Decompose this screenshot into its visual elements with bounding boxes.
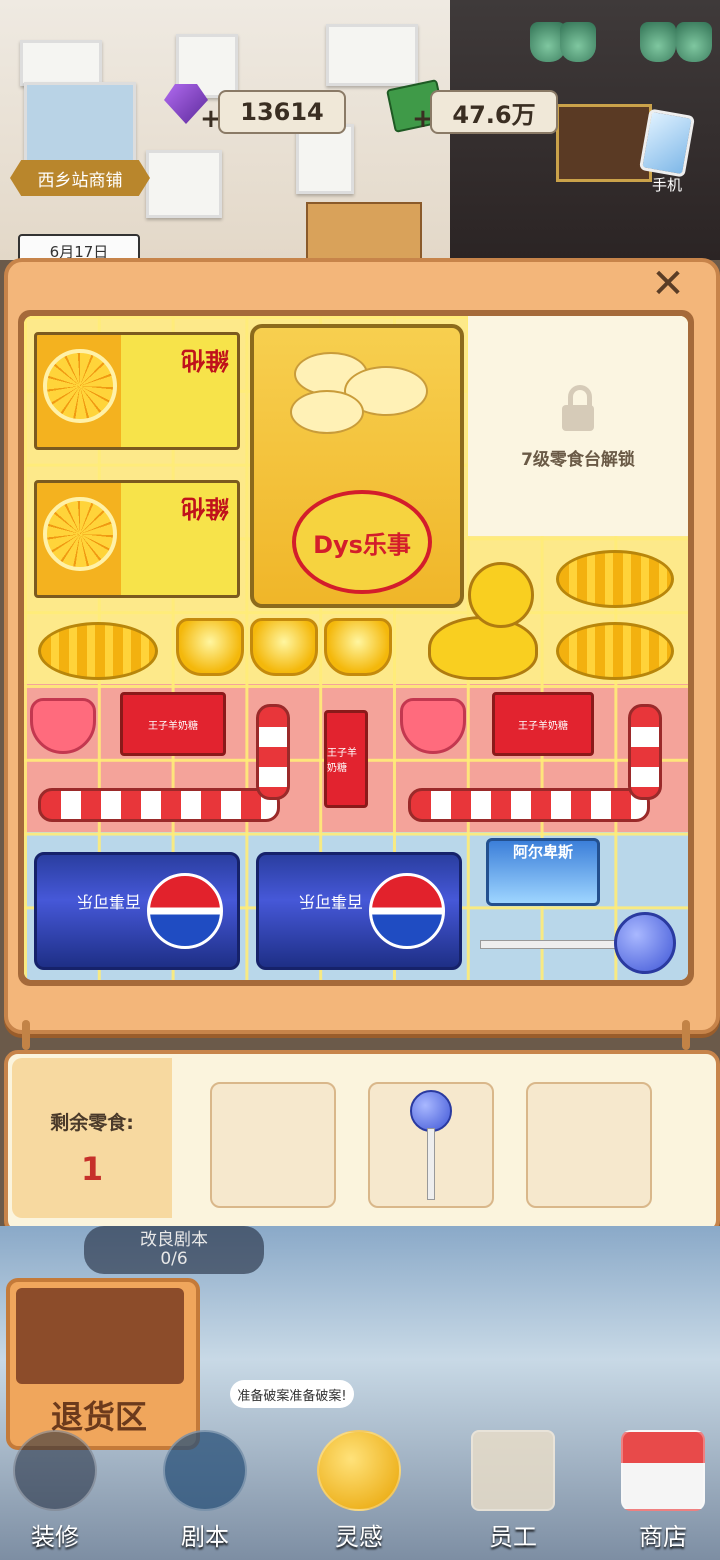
nav-label: 剧本 (181, 1523, 229, 1551)
wall-lamp (676, 22, 712, 62)
chips-bag[interactable]: Dys乐事 (250, 324, 464, 608)
speech-bubble: 准备破案准备破案! (230, 1380, 354, 1408)
shop-icon (621, 1430, 705, 1511)
rope (22, 1020, 30, 1050)
rubber-duck-head (468, 562, 534, 628)
wall-picture-building (24, 82, 136, 172)
snack-slot[interactable] (210, 1082, 336, 1208)
alpenliebe-candy[interactable]: 阿尔卑斯 (486, 838, 600, 906)
lollipop-stick (427, 1128, 435, 1200)
locked-text: 7级零食台解锁 (521, 449, 635, 470)
remaining-label: 剩余零食: (50, 1112, 134, 1134)
snack-slot[interactable] (368, 1082, 494, 1208)
milk-candy[interactable]: 王子羊奶糖 (492, 692, 594, 756)
snack-grid: 7级零食台解锁 維他 維他 Dys乐事 王子羊奶糖 王子羊奶糖 王子羊奶糖 百事… (24, 316, 688, 980)
gem-count: 13614 (218, 90, 346, 134)
close-icon: ✕ (651, 261, 685, 307)
cola-text: 百事可乐 (299, 892, 364, 911)
chip-graphic (290, 390, 364, 434)
return-zone-slot (16, 1288, 184, 1384)
pepsi-logo-icon (147, 873, 223, 949)
house-icon (13, 1430, 97, 1511)
badge-icon (471, 1430, 555, 1511)
lemon-graphic (43, 349, 117, 423)
milk-candy[interactable]: 王子羊奶糖 (120, 692, 226, 756)
corn[interactable] (38, 622, 158, 680)
nav-script-button[interactable]: 剧本 (150, 1430, 260, 1560)
quest-title: 改良剧本 (140, 1230, 208, 1251)
lollipop-stick (480, 940, 622, 949)
chips-logo: Dys乐事 (292, 490, 432, 594)
candy-cane[interactable] (408, 788, 650, 822)
wall-lamp (560, 22, 596, 62)
close-button[interactable]: ✕ (646, 261, 690, 307)
corn[interactable] (556, 622, 674, 680)
candy-cane-hook (256, 704, 290, 800)
wall-picture (296, 124, 354, 194)
juice-box[interactable]: 維他 (34, 480, 240, 598)
rubber-duck[interactable] (428, 616, 538, 680)
nav-label: 商店 (639, 1523, 687, 1551)
nav-decorate-button[interactable]: 装修 (0, 1430, 110, 1560)
candy-cane-hook (628, 704, 662, 800)
cola-text: 百事可乐 (77, 892, 142, 911)
remaining-info-panel (12, 1058, 172, 1218)
shelf (306, 202, 422, 264)
cola-can[interactable]: 百事可乐 (34, 852, 240, 970)
wall-picture (146, 150, 222, 218)
rope (682, 1020, 690, 1050)
snack-slot[interactable] (526, 1082, 652, 1208)
lollipop-icon (410, 1090, 452, 1132)
juice-box[interactable]: 維他 (34, 332, 240, 450)
bulb-icon (317, 1430, 401, 1511)
shop-name-tag[interactable]: 西乡站商铺 (10, 160, 150, 196)
locked-area: 7级零食台解锁 (468, 316, 688, 536)
nav-label: 员工 (489, 1523, 537, 1551)
wall-lamp (640, 22, 676, 62)
nav-shop-button[interactable]: 商店 (608, 1430, 718, 1560)
juice-label: 維他 (181, 346, 229, 374)
nav-label: 装修 (31, 1523, 79, 1551)
wall-picture (20, 40, 102, 86)
corn[interactable] (556, 550, 674, 608)
jelly-candy[interactable] (176, 618, 244, 676)
lemon-graphic (43, 497, 117, 571)
cash-count: 47.6万 (430, 90, 558, 134)
pepsi-logo-icon (369, 873, 445, 949)
lock-icon (562, 384, 594, 431)
jelly-candy[interactable] (324, 618, 392, 676)
nav-inspiration-button[interactable]: 灵感 (304, 1430, 414, 1560)
quest-box[interactable]: 改良剧本 0/6 (84, 1226, 264, 1274)
jelly-candy[interactable] (250, 618, 318, 676)
candy-cane[interactable] (38, 788, 280, 822)
phone-button[interactable]: 手机 (638, 108, 696, 194)
milk-candy[interactable]: 王子羊奶糖 (324, 710, 368, 808)
nav-label: 灵感 (335, 1523, 383, 1551)
phone-icon (638, 108, 696, 178)
wall-picture (326, 24, 418, 86)
nav-staff-button[interactable]: 员工 (458, 1430, 568, 1560)
juice-label: 維他 (181, 494, 229, 522)
cola-can[interactable]: 百事可乐 (256, 852, 462, 970)
remaining-count: 1 (80, 1150, 104, 1188)
quest-progress: 0/6 (160, 1249, 188, 1269)
phone-label: 手机 (651, 176, 682, 194)
book-icon (163, 1430, 247, 1511)
lollipop[interactable] (614, 912, 676, 974)
